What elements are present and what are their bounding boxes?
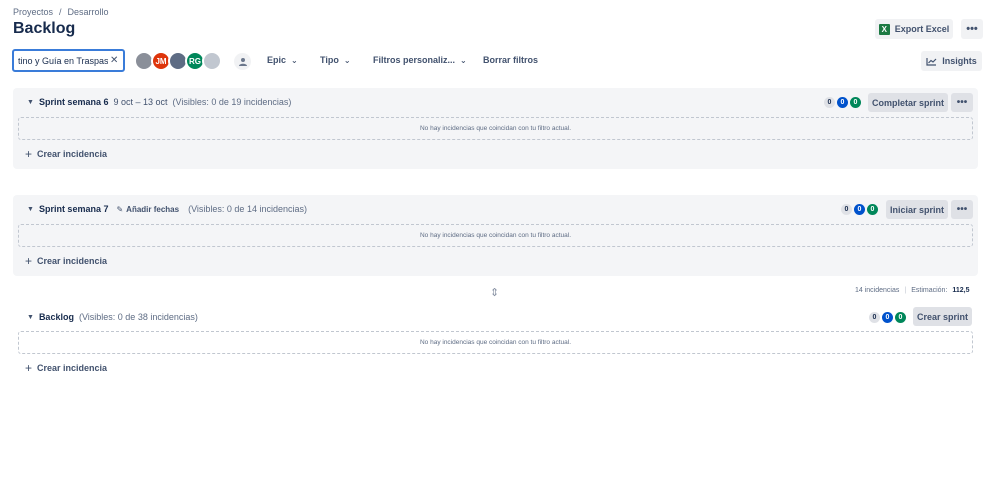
- chevron-down-icon: ⌄: [343, 55, 351, 65]
- clear-search-icon[interactable]: ✕: [110, 55, 118, 66]
- search-field[interactable]: ✕: [12, 49, 125, 72]
- sprint-panel: ▼ Sprint semana 7 ✎ Añadir fechas (Visib…: [13, 195, 978, 276]
- status-counters: 0 0 0: [824, 97, 861, 108]
- export-excel-button[interactable]: X Export Excel: [875, 19, 953, 39]
- breadcrumb-project[interactable]: Desarrollo: [68, 7, 109, 17]
- type-filter[interactable]: Tipo ⌄: [320, 55, 351, 65]
- type-filter-label: Tipo: [320, 55, 339, 65]
- sprint-header[interactable]: ▼ Sprint semana 7 ✎ Añadir fechas (Visib…: [13, 195, 978, 223]
- custom-filters-label: Filtros personaliz...: [373, 55, 456, 65]
- insights-label: Insights: [942, 56, 977, 66]
- empty-filter-message: No hay incidencias que coincidan con tu …: [18, 117, 973, 140]
- add-dates-button[interactable]: ✎ Añadir fechas: [116, 205, 179, 214]
- breadcrumb: Proyectos / Desarrollo: [13, 7, 109, 17]
- estimate-label: Estimación:: [911, 287, 948, 294]
- backlog-visible-count: (Visibles: 0 de 38 incidencias): [78, 312, 198, 322]
- search-input[interactable]: [18, 55, 108, 66]
- sprint-panel: ▼ Sprint semana 6 9 oct – 13 oct (Visibl…: [13, 88, 978, 169]
- done-count-badge: 0: [850, 97, 861, 108]
- todo-count-badge: 0: [824, 97, 835, 108]
- chart-line-icon: [926, 57, 937, 66]
- backlog-panel: ▼ Backlog (Visibles: 0 de 38 incidencias…: [13, 306, 978, 381]
- avatar[interactable]: [202, 51, 222, 71]
- insights-button[interactable]: Insights: [921, 51, 982, 71]
- complete-sprint-button[interactable]: Completar sprint: [868, 93, 948, 112]
- create-issue-label: Crear incidencia: [37, 363, 108, 373]
- assignee-avatars: JM RG: [134, 51, 222, 71]
- estimate-value: 112,5: [952, 287, 970, 294]
- breadcrumb-projects[interactable]: Proyectos: [13, 7, 53, 17]
- add-people-icon[interactable]: [234, 53, 251, 70]
- plus-icon: +: [25, 147, 33, 161]
- page-title: Backlog: [13, 20, 76, 37]
- sprint-name: Sprint semana 7: [38, 204, 109, 214]
- done-count-badge: 0: [867, 204, 878, 215]
- create-issue-label: Crear incidencia: [37, 149, 108, 159]
- create-issue-button[interactable]: + Crear incidencia: [25, 147, 107, 161]
- start-sprint-button[interactable]: Iniciar sprint: [886, 200, 948, 219]
- excel-icon: X: [878, 23, 890, 35]
- epic-filter[interactable]: Epic ⌄: [267, 55, 298, 65]
- in-progress-count-badge: 0: [882, 312, 893, 323]
- add-dates-label: Añadir fechas: [126, 204, 180, 214]
- in-progress-count-badge: 0: [837, 97, 848, 108]
- status-counters: 0 0 0: [841, 204, 878, 215]
- chevron-down-icon[interactable]: ▼: [27, 314, 34, 321]
- done-count-badge: 0: [895, 312, 906, 323]
- sprint-visible-count: (Visibles: 0 de 19 incidencias): [172, 97, 292, 107]
- create-issue-label: Crear incidencia: [37, 256, 108, 266]
- resize-handle-icon[interactable]: ⇕: [490, 286, 499, 299]
- empty-filter-message: No hay incidencias que coincidan con tu …: [18, 224, 973, 247]
- sprint-header[interactable]: ▼ Sprint semana 6 9 oct – 13 oct (Visibl…: [13, 88, 978, 116]
- clear-filters-button[interactable]: Borrar filtros: [483, 55, 538, 65]
- custom-filters[interactable]: Filtros personaliz... ⌄: [373, 55, 467, 65]
- chevron-down-icon: ⌄: [291, 55, 298, 65]
- create-issue-button[interactable]: + Crear incidencia: [25, 254, 107, 268]
- chevron-down-icon: ⌄: [460, 55, 467, 65]
- chevron-down-icon[interactable]: ▼: [27, 206, 34, 213]
- divider: |: [904, 287, 907, 294]
- backlog-name: Backlog: [38, 312, 74, 322]
- plus-icon: +: [25, 361, 33, 375]
- more-actions-button[interactable]: •••: [961, 19, 983, 39]
- create-issue-button[interactable]: + Crear incidencia: [25, 361, 107, 375]
- plus-icon: +: [25, 254, 33, 268]
- sprint-more-button[interactable]: •••: [951, 93, 973, 112]
- sprint-more-button[interactable]: •••: [951, 200, 973, 219]
- status-counters: 0 0 0: [869, 312, 906, 323]
- issue-count: 14 incidencias: [855, 287, 900, 294]
- sprint-dates: 9 oct – 13 oct: [113, 97, 168, 107]
- sprint-summary: 14 incidencias | Estimación: 112,5: [855, 287, 970, 294]
- pencil-icon: ✎: [116, 204, 124, 214]
- sprint-name: Sprint semana 6: [38, 97, 109, 107]
- todo-count-badge: 0: [841, 204, 852, 215]
- in-progress-count-badge: 0: [854, 204, 865, 215]
- export-excel-label: Export Excel: [894, 24, 950, 34]
- chevron-down-icon[interactable]: ▼: [27, 99, 34, 106]
- breadcrumb-separator: /: [59, 7, 62, 17]
- create-sprint-button[interactable]: Crear sprint: [913, 307, 972, 326]
- sprint-visible-count: (Visibles: 0 de 14 incidencias): [188, 204, 307, 214]
- todo-count-badge: 0: [869, 312, 880, 323]
- empty-filter-message: No hay incidencias que coincidan con tu …: [18, 331, 973, 354]
- backlog-header[interactable]: ▼ Backlog (Visibles: 0 de 38 incidencias…: [13, 306, 978, 334]
- epic-filter-label: Epic: [267, 55, 287, 65]
